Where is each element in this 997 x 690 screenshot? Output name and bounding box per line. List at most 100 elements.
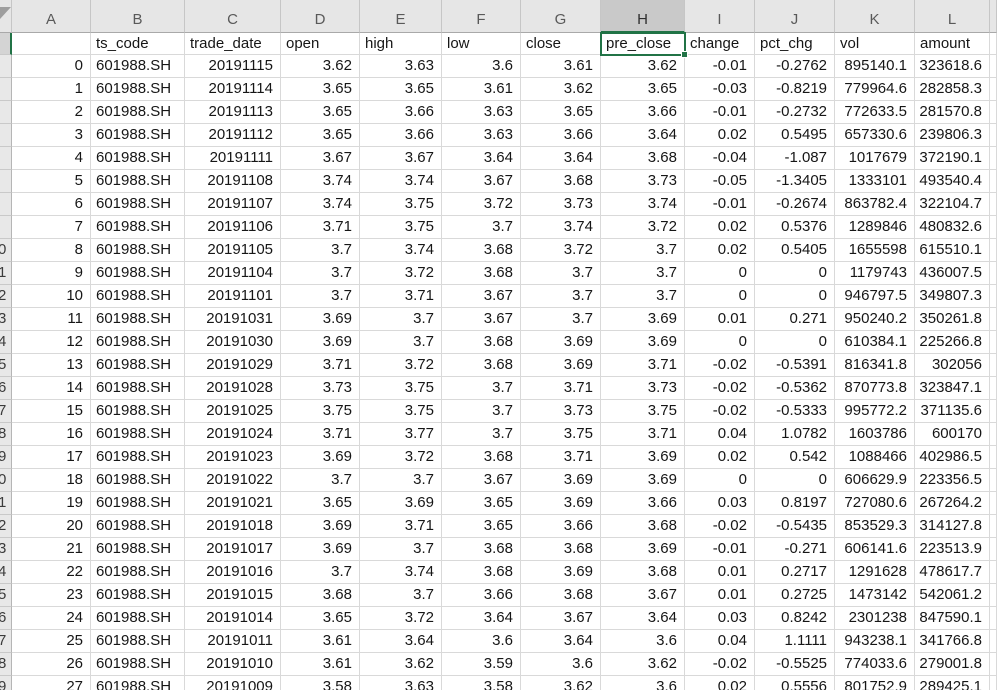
cell-C5[interactable]: 20191112 <box>185 124 281 147</box>
row-header-28[interactable]: 8 <box>0 653 12 676</box>
cell-partial[interactable] <box>990 400 997 423</box>
cell-B25[interactable]: 601988.SH <box>91 584 185 607</box>
cell-D7[interactable]: 3.74 <box>281 170 360 193</box>
cell-C6[interactable]: 20191111 <box>185 147 281 170</box>
row-header-4[interactable] <box>0 101 12 124</box>
cell-L22[interactable]: 314127.8 <box>915 515 990 538</box>
header-cell-vol[interactable]: vol <box>835 33 915 55</box>
cell-L26[interactable]: 847590.1 <box>915 607 990 630</box>
cell-J3[interactable]: -0.8219 <box>755 78 835 101</box>
cell-D4[interactable]: 3.65 <box>281 101 360 124</box>
cell-H20[interactable]: 3.69 <box>601 469 685 492</box>
cell-H10[interactable]: 3.7 <box>601 239 685 262</box>
cell-K14[interactable]: 610384.1 <box>835 331 915 354</box>
cell-G9[interactable]: 3.74 <box>521 216 601 239</box>
cell-G13[interactable]: 3.7 <box>521 308 601 331</box>
cell-partial[interactable] <box>990 101 997 124</box>
cell-J13[interactable]: 0.271 <box>755 308 835 331</box>
cell-J7[interactable]: -1.3405 <box>755 170 835 193</box>
row-header-17[interactable]: 7 <box>0 400 12 423</box>
cell-C27[interactable]: 20191011 <box>185 630 281 653</box>
cell-A7[interactable]: 5 <box>12 170 91 193</box>
cell-A14[interactable]: 12 <box>12 331 91 354</box>
cell-L9[interactable]: 480832.6 <box>915 216 990 239</box>
cell-J24[interactable]: 0.2717 <box>755 561 835 584</box>
cell-E9[interactable]: 3.75 <box>360 216 442 239</box>
header-cell-low[interactable]: low <box>442 33 521 55</box>
cell-partial[interactable] <box>990 124 997 147</box>
cell-J19[interactable]: 0.542 <box>755 446 835 469</box>
cell-C4[interactable]: 20191113 <box>185 101 281 124</box>
cell-A25[interactable]: 23 <box>12 584 91 607</box>
cell-J16[interactable]: -0.5362 <box>755 377 835 400</box>
cell-B28[interactable]: 601988.SH <box>91 653 185 676</box>
cell-L14[interactable]: 225266.8 <box>915 331 990 354</box>
cell-J10[interactable]: 0.5405 <box>755 239 835 262</box>
cell-A18[interactable]: 16 <box>12 423 91 446</box>
cell-D21[interactable]: 3.65 <box>281 492 360 515</box>
cell-E12[interactable]: 3.71 <box>360 285 442 308</box>
cell-partial[interactable] <box>990 423 997 446</box>
cell-L3[interactable]: 282858.3 <box>915 78 990 101</box>
cell-J20[interactable]: 0 <box>755 469 835 492</box>
cell-I14[interactable]: 0 <box>685 331 755 354</box>
cell-C22[interactable]: 20191018 <box>185 515 281 538</box>
cell-K23[interactable]: 606141.6 <box>835 538 915 561</box>
cell-partial[interactable] <box>990 676 997 690</box>
cell-C8[interactable]: 20191107 <box>185 193 281 216</box>
column-header-B[interactable]: B <box>91 0 185 33</box>
cell-C10[interactable]: 20191105 <box>185 239 281 262</box>
cell-B20[interactable]: 601988.SH <box>91 469 185 492</box>
cell-I5[interactable]: 0.02 <box>685 124 755 147</box>
column-header-K[interactable]: K <box>835 0 915 33</box>
cell-H19[interactable]: 3.69 <box>601 446 685 469</box>
cell-I19[interactable]: 0.02 <box>685 446 755 469</box>
cell-C12[interactable]: 20191101 <box>185 285 281 308</box>
cell-partial[interactable] <box>990 607 997 630</box>
cell-K20[interactable]: 606629.9 <box>835 469 915 492</box>
cell-G7[interactable]: 3.68 <box>521 170 601 193</box>
cell-L29[interactable]: 289425.1 <box>915 676 990 690</box>
fill-handle[interactable] <box>681 51 688 58</box>
cell-L28[interactable]: 279001.8 <box>915 653 990 676</box>
cell-B15[interactable]: 601988.SH <box>91 354 185 377</box>
row-header-18[interactable]: 8 <box>0 423 12 446</box>
cell-B24[interactable]: 601988.SH <box>91 561 185 584</box>
row-header-7[interactable] <box>0 170 12 193</box>
cell-L27[interactable]: 341766.8 <box>915 630 990 653</box>
cell-B4[interactable]: 601988.SH <box>91 101 185 124</box>
cell-A9[interactable]: 7 <box>12 216 91 239</box>
cell-K17[interactable]: 995772.2 <box>835 400 915 423</box>
cell-A15[interactable]: 13 <box>12 354 91 377</box>
row-header-5[interactable] <box>0 124 12 147</box>
cell-I11[interactable]: 0 <box>685 262 755 285</box>
cell-C9[interactable]: 20191106 <box>185 216 281 239</box>
cell-H3[interactable]: 3.65 <box>601 78 685 101</box>
row-header-13[interactable]: 3 <box>0 308 12 331</box>
cell-F11[interactable]: 3.68 <box>442 262 521 285</box>
row-header-10[interactable]: 0 <box>0 239 12 262</box>
cell-B22[interactable]: 601988.SH <box>91 515 185 538</box>
cell-G10[interactable]: 3.72 <box>521 239 601 262</box>
cell-H2[interactable]: 3.62 <box>601 55 685 78</box>
cell-E29[interactable]: 3.63 <box>360 676 442 690</box>
cell-F14[interactable]: 3.68 <box>442 331 521 354</box>
cell-A1[interactable] <box>12 33 91 55</box>
cell-D8[interactable]: 3.74 <box>281 193 360 216</box>
cell-J8[interactable]: -0.2674 <box>755 193 835 216</box>
cell-partial[interactable] <box>990 216 997 239</box>
cell-K6[interactable]: 1017679 <box>835 147 915 170</box>
cell-H4[interactable]: 3.66 <box>601 101 685 124</box>
cell-F4[interactable]: 3.63 <box>442 101 521 124</box>
cell-E14[interactable]: 3.7 <box>360 331 442 354</box>
header-cell-pct_chg[interactable]: pct_chg <box>755 33 835 55</box>
cell-J14[interactable]: 0 <box>755 331 835 354</box>
cell-G21[interactable]: 3.69 <box>521 492 601 515</box>
cell-F28[interactable]: 3.59 <box>442 653 521 676</box>
cell-A22[interactable]: 20 <box>12 515 91 538</box>
cell-E17[interactable]: 3.75 <box>360 400 442 423</box>
cell-partial[interactable] <box>990 561 997 584</box>
cell-C26[interactable]: 20191014 <box>185 607 281 630</box>
cell-A16[interactable]: 14 <box>12 377 91 400</box>
cell-partial[interactable] <box>990 33 997 55</box>
